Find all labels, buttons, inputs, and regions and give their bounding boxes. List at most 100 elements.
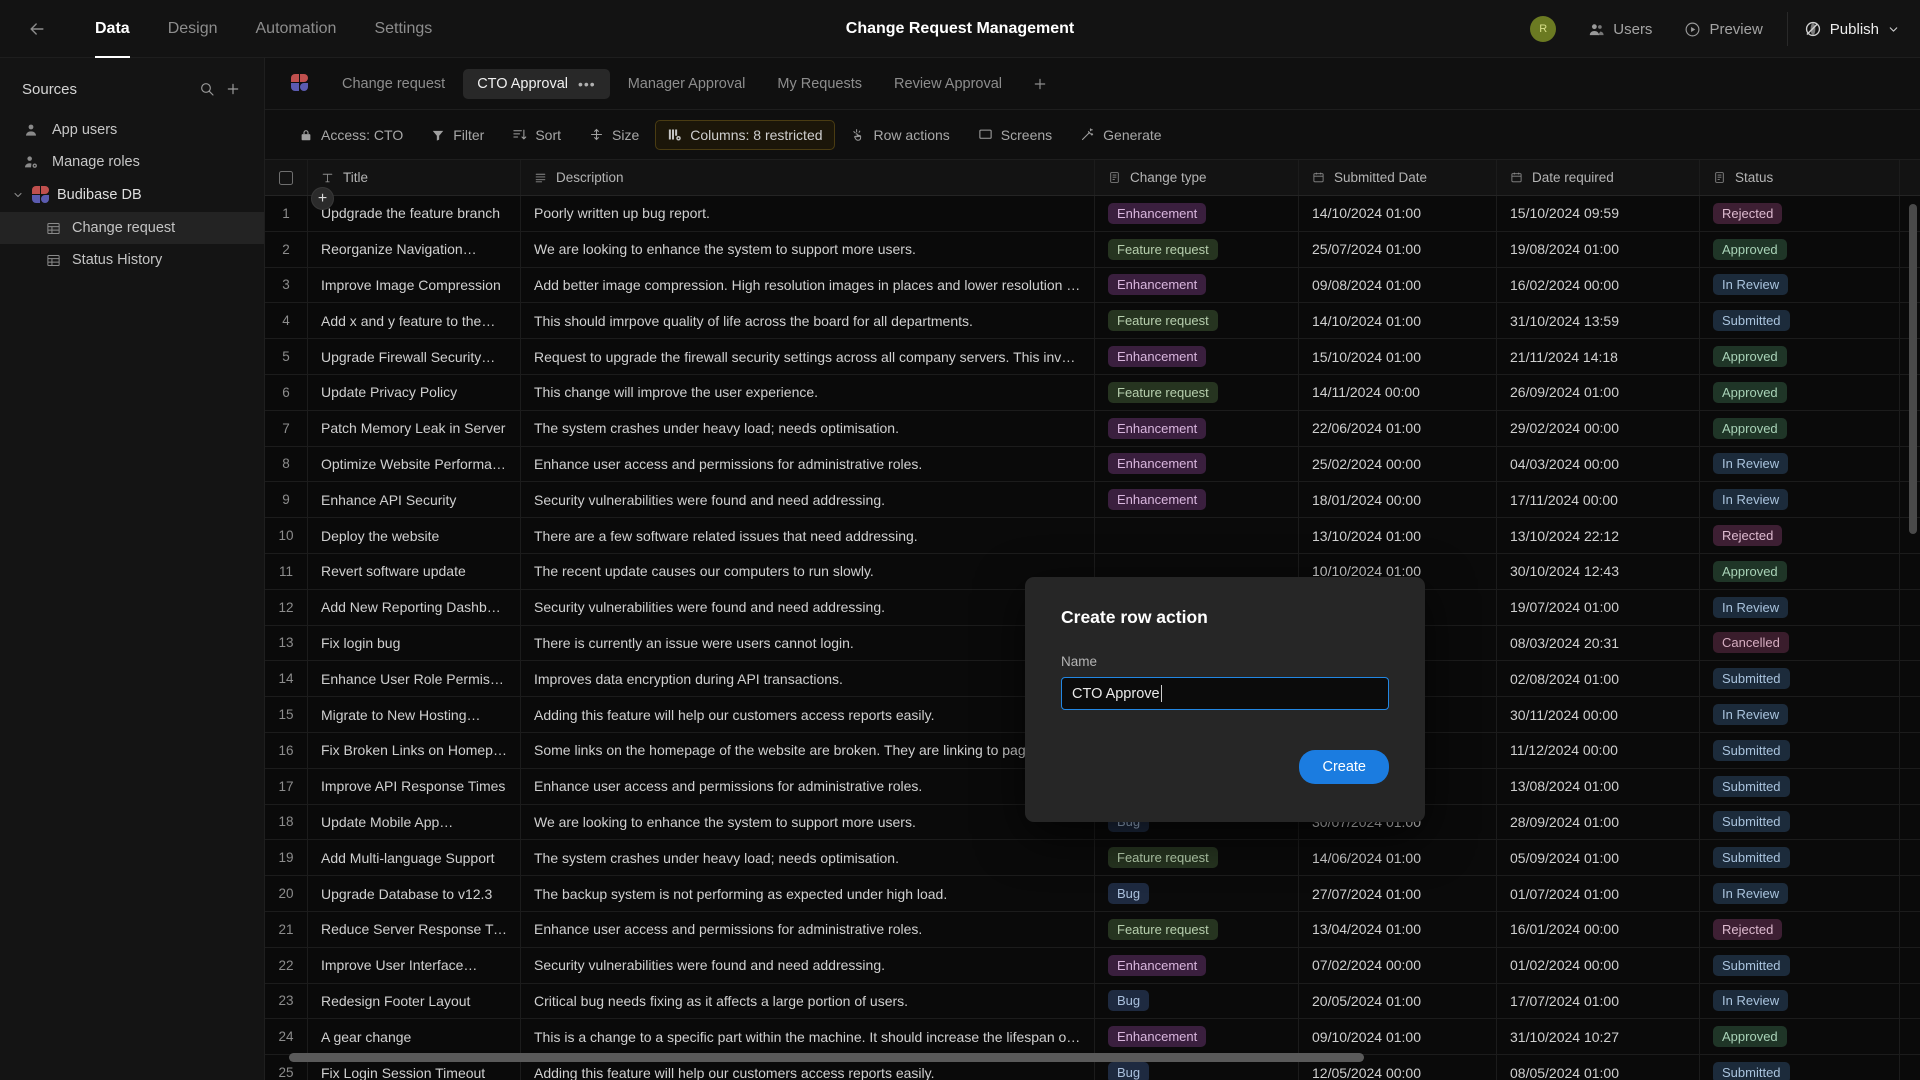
users-icon	[1590, 23, 1604, 35]
sidebar-group-budibase-db[interactable]: Budibase DB	[0, 178, 264, 212]
tool-label: Filter	[453, 126, 485, 143]
back-button[interactable]	[14, 0, 60, 58]
sidebar-item-label: Manage roles	[52, 154, 140, 170]
chevron-down-icon	[1889, 26, 1898, 32]
top-tab-label: Automation	[255, 19, 337, 37]
publish-button[interactable]: Publish	[1796, 20, 1900, 38]
sidebar-item-label: Change request	[72, 220, 176, 236]
modal-footer: Create	[1061, 750, 1389, 784]
filter-icon	[431, 128, 445, 142]
top-tab-label: Settings	[374, 19, 433, 37]
search-icon	[201, 83, 214, 96]
users-button[interactable]: Users	[1572, 0, 1668, 58]
create-row-action-modal: Create row action Name CTO Approve Creat…	[1025, 577, 1425, 822]
view-tabstrip: Change request CTO Approval ••• Manager …	[265, 58, 1920, 110]
top-tab-automation[interactable]: Automation	[237, 0, 356, 58]
top-tab-label: Data	[95, 19, 130, 37]
create-button[interactable]: Create	[1299, 750, 1389, 784]
access-button[interactable]: Access: CTO	[287, 120, 415, 150]
name-input[interactable]: CTO Approve	[1061, 677, 1389, 710]
table-icon	[46, 253, 61, 268]
top-nav-tabs: Data Design Automation Settings	[76, 0, 451, 58]
magic-wand-icon	[1080, 127, 1095, 142]
tool-label: Screens	[1000, 126, 1053, 143]
sidebar-group-label: Budibase DB	[57, 187, 142, 203]
sources-heading: Sources	[22, 80, 78, 98]
sources-header: Sources	[0, 64, 264, 114]
size-button[interactable]: Size	[577, 120, 651, 150]
filter-button[interactable]: Filter	[419, 120, 496, 150]
grid-toolbar: Access: CTO Filter Sort Size Columns: 8 …	[265, 110, 1920, 160]
sidebar-item-app-users[interactable]: App users	[0, 114, 264, 146]
screen-icon	[978, 127, 993, 142]
modal-title: Create row action	[1061, 607, 1208, 627]
top-bar-actions: R Users Preview Publish	[1530, 0, 1920, 58]
sort-button[interactable]: Sort	[500, 120, 573, 150]
tab-label: Change request	[342, 75, 446, 92]
plus-icon	[227, 83, 239, 95]
sources-sidebar: Sources App users Manage roles Budibase …	[0, 58, 265, 1080]
top-tab-label: Design	[167, 19, 218, 37]
play-circle-icon	[1685, 22, 1700, 36]
search-sources-button[interactable]	[194, 76, 220, 102]
arrow-left-icon	[30, 22, 44, 35]
height-icon	[589, 127, 604, 142]
lock-icon	[299, 128, 313, 142]
add-view-button[interactable]	[1026, 70, 1054, 98]
toolbar-divider	[1786, 12, 1788, 46]
columns-icon	[667, 127, 682, 142]
preview-label: Preview	[1709, 20, 1763, 38]
modal-overlay: Create row action Name CTO Approve Creat…	[265, 160, 1920, 1080]
data-grid: Title Description Change type Submitted …	[265, 160, 1920, 1080]
avatar[interactable]: R	[1530, 16, 1557, 42]
tool-label: Sort	[535, 126, 562, 143]
top-bar: Data Design Automation Settings Change R…	[0, 0, 1920, 58]
budibase-logo-icon	[291, 74, 310, 93]
sidebar-item-status-history[interactable]: Status History	[0, 244, 264, 276]
sidebar-item-manage-roles[interactable]: Manage roles	[0, 146, 264, 178]
page-title: Change Request Management	[845, 19, 1075, 37]
tool-label: Columns: 8 restricted	[690, 126, 823, 143]
tab-label: My Requests	[777, 75, 863, 92]
sort-icon	[512, 127, 527, 142]
tool-label: Row actions	[873, 126, 950, 143]
tab-manager-approval[interactable]: Manager Approval	[614, 69, 760, 99]
add-source-button[interactable]	[220, 76, 246, 102]
tool-label: Size	[612, 126, 640, 143]
tab-label: Manager Approval	[627, 75, 746, 92]
budibase-logo-icon	[32, 185, 51, 205]
name-input-value: CTO Approve	[1072, 685, 1160, 702]
top-tab-settings[interactable]: Settings	[355, 0, 451, 58]
top-tab-design[interactable]: Design	[149, 0, 237, 58]
user-gear-icon	[22, 154, 40, 170]
sidebar-item-change-request[interactable]: Change request	[0, 212, 264, 244]
columns-button[interactable]: Columns: 8 restricted	[655, 119, 835, 150]
chevron-down-icon	[10, 189, 26, 201]
tab-review-approval[interactable]: Review Approval	[880, 69, 1016, 99]
sidebar-item-label: Status History	[72, 252, 163, 268]
tab-label: CTO Approval	[477, 75, 568, 92]
tab-label: Review Approval	[894, 75, 1003, 92]
main-content: Change request CTO Approval ••• Manager …	[265, 58, 1920, 1080]
tab-menu-icon[interactable]: •••	[578, 77, 596, 91]
user-icon	[22, 122, 40, 138]
tab-my-requests[interactable]: My Requests	[763, 69, 876, 99]
screens-button[interactable]: Screens	[966, 120, 1064, 150]
sidebar-item-label: App users	[52, 122, 118, 138]
publish-label: Publish	[1829, 20, 1879, 38]
row-actions-button[interactable]: Row actions	[839, 120, 962, 150]
tab-cto-approval[interactable]: CTO Approval •••	[463, 68, 610, 99]
plus-icon	[1034, 78, 1046, 89]
top-tab-data[interactable]: Data	[76, 0, 149, 58]
text-caret	[1160, 685, 1162, 702]
name-field-label: Name	[1061, 654, 1098, 669]
cursor-click-icon	[851, 127, 866, 142]
tab-change-request[interactable]: Change request	[328, 69, 459, 99]
tool-label: Access: CTO	[321, 126, 404, 143]
table-icon	[46, 221, 61, 236]
globe-slash-icon	[1805, 21, 1820, 37]
users-label: Users	[1613, 20, 1653, 38]
generate-button[interactable]: Generate	[1068, 120, 1173, 150]
tool-label: Generate	[1103, 126, 1162, 143]
preview-button[interactable]: Preview	[1668, 0, 1778, 58]
